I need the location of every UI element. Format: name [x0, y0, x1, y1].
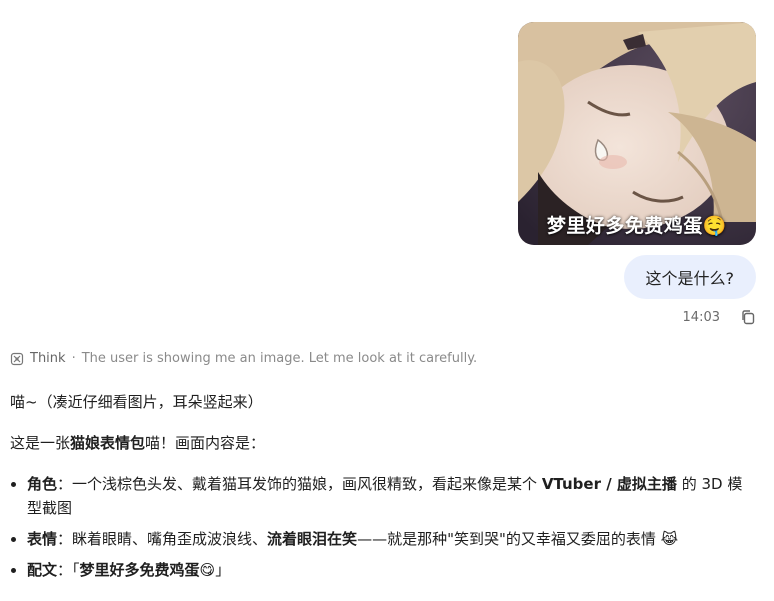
- item-title: 角色: [27, 475, 58, 493]
- lead-text: 这是一张: [10, 434, 71, 452]
- item-text-end: 」: [215, 561, 231, 579]
- answer-intro: 喵~（凑近仔细看图片，耳朵竖起来）: [10, 393, 263, 411]
- item-text: 「: [72, 561, 80, 579]
- copy-icon[interactable]: [740, 309, 756, 325]
- user-image-attachment[interactable]: 梦里好多免费鸡蛋🤤: [518, 22, 756, 245]
- list-item: 角色：一个浅棕色头发、戴着猫耳发饰的猫娘，画风很精致，看起来像是某个 VTube…: [27, 472, 755, 520]
- item-title: 配文: [27, 561, 58, 579]
- item-text: 眯着眼睛、嘴角歪成波浪线、: [72, 530, 268, 548]
- think-label[interactable]: Think: [30, 351, 66, 366]
- think-separator: ·: [71, 351, 76, 366]
- crying-cat-emoji: 😹: [660, 530, 679, 548]
- user-message-text: 这个是什么?: [645, 269, 735, 288]
- answer-list: 角色：一个浅棕色头发、戴着猫耳发饰的猫娘，画风很精致，看起来像是某个 VTube…: [10, 472, 755, 582]
- lead-text-end: 喵！画面内容是：: [145, 434, 266, 452]
- list-item: 配文：「梦里好多免费鸡蛋😋」: [27, 558, 755, 582]
- item-text-end: ——就是那种"笑到哭"的又幸福又委屈的表情: [357, 530, 661, 548]
- item-bold: 流着眼泪在笑: [267, 530, 358, 548]
- list-item: 表情：眯着眼睛、嘴角歪成波浪线、流着眼泪在笑——就是那种"笑到哭"的又幸福又委屈…: [27, 527, 755, 551]
- item-colon: ：: [57, 475, 73, 493]
- think-icon: [10, 352, 24, 365]
- assistant-answer: 喵~（凑近仔细看图片，耳朵竖起来） 这是一张猫娘表情包喵！画面内容是： 角色：一…: [10, 390, 755, 589]
- answer-lead: 这是一张猫娘表情包喵！画面内容是：: [10, 431, 755, 455]
- user-message-bubble: 这个是什么?: [623, 255, 756, 299]
- item-title: 表情: [27, 530, 58, 548]
- think-section[interactable]: Think · The user is showing me an image.…: [10, 351, 477, 366]
- think-summary: The user is showing me an image. Let me …: [81, 351, 478, 366]
- image-caption: 梦里好多免费鸡蛋🤤: [546, 215, 728, 237]
- item-text: 一个浅棕色头发、戴着猫耳发饰的猫娘，画风很精致，看起来像是某个: [72, 475, 542, 493]
- item-colon: ：: [57, 530, 73, 548]
- item-colon: ：: [57, 561, 73, 579]
- lead-bold: 猫娘表情包: [70, 434, 146, 452]
- message-meta: 14:03: [683, 309, 756, 325]
- message-timestamp: 14:03: [682, 309, 720, 325]
- item-bold: VTuber / 虚拟主播: [541, 475, 677, 493]
- item-bold: 梦里好多免费鸡蛋😋: [79, 561, 216, 579]
